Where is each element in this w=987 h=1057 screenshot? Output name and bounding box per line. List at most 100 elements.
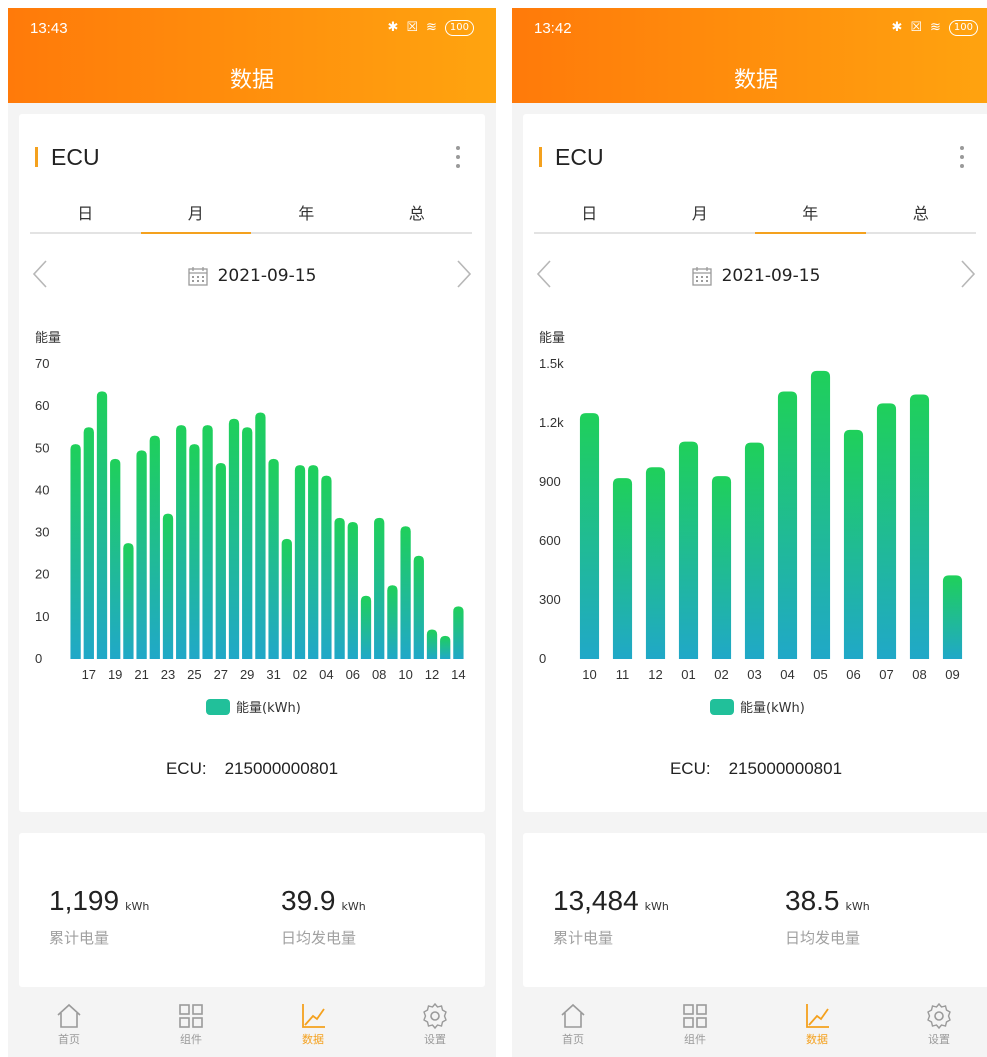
chart-bar bbox=[876, 403, 897, 659]
chart-bar bbox=[413, 555, 424, 659]
home-icon bbox=[57, 1003, 81, 1028]
ecu-serial-value: 215000000801 bbox=[728, 759, 843, 778]
tab-year[interactable]: 年 bbox=[251, 192, 362, 232]
sim-icon: ☒ bbox=[406, 20, 418, 35]
ecu-serial-row: ECU: 215000000801 bbox=[19, 759, 485, 779]
grid-icon bbox=[179, 1004, 203, 1028]
x-tick-label: 07 bbox=[879, 667, 893, 682]
nav-settings[interactable]: 设置 bbox=[374, 997, 496, 1057]
more-options-icon[interactable] bbox=[957, 144, 967, 168]
x-tick-label: 12 bbox=[648, 667, 662, 682]
y-tick-label: 40 bbox=[35, 482, 49, 497]
energy-card: ECU 日 月 年 总 bbox=[523, 114, 987, 812]
chart-bar bbox=[281, 538, 292, 659]
y-tick-label: 1.2k bbox=[539, 415, 564, 430]
nav-settings[interactable]: 设置 bbox=[878, 997, 987, 1057]
tab-year[interactable]: 年 bbox=[755, 192, 866, 234]
status-icons: ✱ ☒ ≋ 100 bbox=[891, 20, 978, 36]
selected-date: 2021-09-15 bbox=[721, 266, 821, 286]
energy-chart: 能量 0 300 600 900 1.2k 1.5k 10 11 12 01 02 03 04 05 06 07… bbox=[539, 331, 963, 716]
x-tick-label: 11 bbox=[616, 667, 630, 682]
chart-bar bbox=[215, 463, 226, 659]
ecu-serial-label: ECU: bbox=[165, 759, 207, 778]
calendar-icon bbox=[691, 267, 712, 286]
bottom-nav: 首页 组件 数据 设置 bbox=[512, 997, 987, 1057]
x-tick-label: 09 bbox=[945, 667, 959, 682]
legend-swatch bbox=[710, 699, 734, 715]
total-energy-label: 累计电量 bbox=[49, 929, 110, 947]
tab-day[interactable]: 日 bbox=[30, 192, 141, 232]
app-header: 13:42 ✱ ☒ ≋ 100 数据 bbox=[512, 8, 987, 103]
chart-bar bbox=[612, 478, 633, 659]
chart-bar bbox=[334, 517, 345, 659]
title-accent-bar bbox=[35, 147, 38, 167]
more-options-icon[interactable] bbox=[453, 144, 463, 168]
y-tick-label: 20 bbox=[35, 567, 49, 582]
chart-bar bbox=[268, 458, 279, 659]
chart-icon bbox=[806, 1004, 829, 1028]
y-tick-label: 10 bbox=[35, 609, 49, 624]
nav-data[interactable]: 数据 bbox=[756, 997, 878, 1057]
chart-bar bbox=[453, 606, 464, 659]
wifi-icon: ≋ bbox=[930, 20, 941, 35]
sim-icon: ☒ bbox=[910, 20, 922, 35]
x-tick-label: 31 bbox=[266, 667, 280, 682]
chart-icon bbox=[302, 1004, 325, 1028]
nav-components[interactable]: 组件 bbox=[130, 997, 252, 1057]
gear-icon bbox=[927, 1002, 951, 1030]
y-tick-label: 1.5k bbox=[539, 356, 564, 371]
date-picker[interactable]: 2021-09-15 bbox=[523, 266, 987, 286]
nav-settings-label: 设置 bbox=[928, 1033, 950, 1046]
bluetooth-icon: ✱ bbox=[387, 20, 399, 35]
legend-label: 能量(kWh) bbox=[740, 701, 805, 716]
x-tick-label: 17 bbox=[82, 667, 96, 682]
chart-bar bbox=[400, 526, 411, 659]
x-tick-label: 04 bbox=[319, 667, 333, 682]
nav-settings-label: 设置 bbox=[424, 1033, 446, 1046]
app-header: 13:43 ✱ ☒ ≋ 100 数据 bbox=[8, 8, 496, 103]
tab-day[interactable]: 日 bbox=[534, 192, 645, 232]
nav-home[interactable]: 首页 bbox=[8, 997, 130, 1057]
tab-total[interactable]: 总 bbox=[362, 192, 473, 232]
period-tabs: 日 月 年 总 bbox=[30, 192, 472, 234]
chart-bar bbox=[744, 442, 765, 659]
bluetooth-icon: ✱ bbox=[891, 20, 903, 35]
x-tick-label: 27 bbox=[214, 667, 228, 682]
ecu-serial-row: ECU: 215000000801 bbox=[523, 759, 987, 779]
total-energy-unit: kWh bbox=[644, 900, 669, 913]
total-energy-stat: 13,484 kWh 累计电量 bbox=[553, 885, 669, 948]
date-picker[interactable]: 2021-09-15 bbox=[19, 266, 485, 286]
tab-month[interactable]: 月 bbox=[645, 192, 756, 232]
y-tick-label: 0 bbox=[35, 651, 42, 666]
nav-data[interactable]: 数据 bbox=[252, 997, 374, 1057]
x-tick-label: 08 bbox=[912, 667, 926, 682]
y-axis-label: 能量 bbox=[35, 331, 61, 346]
x-tick-label: 08 bbox=[372, 667, 386, 682]
x-tick-label: 10 bbox=[582, 667, 596, 682]
nav-home-label: 首页 bbox=[58, 1033, 80, 1046]
x-tick-label: 05 bbox=[813, 667, 827, 682]
chart-bar bbox=[909, 394, 930, 659]
y-tick-label: 70 bbox=[35, 356, 49, 371]
chart-bar bbox=[426, 629, 438, 659]
chart-bar bbox=[123, 543, 134, 659]
tab-total[interactable]: 总 bbox=[866, 192, 977, 232]
nav-home[interactable]: 首页 bbox=[512, 997, 634, 1057]
chart-bar bbox=[189, 444, 200, 659]
tab-month[interactable]: 月 bbox=[140, 192, 252, 234]
chart-bar bbox=[942, 575, 963, 659]
chart-bar bbox=[810, 370, 831, 659]
y-tick-label: 900 bbox=[539, 474, 561, 489]
daily-average-label: 日均发电量 bbox=[281, 929, 357, 947]
chart-bar bbox=[96, 391, 108, 659]
total-energy-stat: 1,199 kWh 累计电量 bbox=[49, 885, 149, 948]
daily-average-value: 39.9 bbox=[281, 885, 336, 916]
y-tick-label: 600 bbox=[539, 533, 561, 548]
chart-bar bbox=[645, 467, 666, 659]
total-energy-unit: kWh bbox=[125, 900, 150, 913]
legend-swatch bbox=[206, 699, 230, 715]
x-tick-label: 06 bbox=[346, 667, 360, 682]
battery-icon: 100 bbox=[948, 20, 978, 36]
status-time: 13:43 bbox=[30, 20, 68, 37]
nav-components[interactable]: 组件 bbox=[634, 997, 756, 1057]
